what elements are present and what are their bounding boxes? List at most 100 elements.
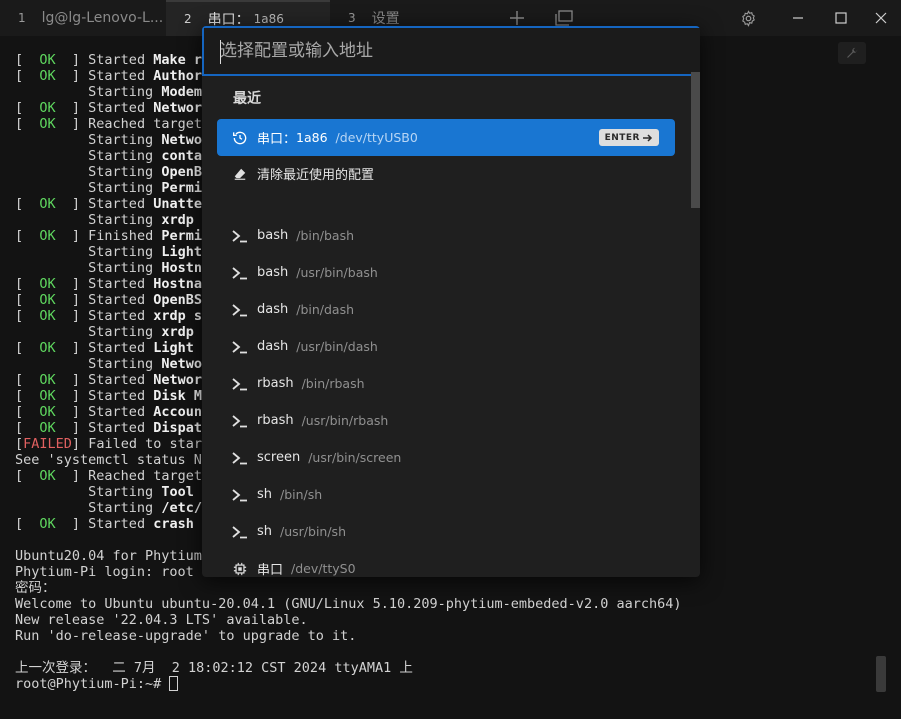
line-unit: Hostna	[153, 276, 202, 292]
line-text: Started	[88, 276, 154, 292]
profile-label: 串口	[257, 563, 284, 577]
line-text: Starting	[88, 244, 162, 260]
profile-path: /bin/rbash	[301, 376, 365, 391]
terminal-icon	[231, 338, 249, 356]
terminal-line: Run 'do-release-upgrade' to upgrade to i…	[15, 628, 681, 644]
wrench-icon[interactable]	[838, 42, 866, 64]
line-unit: Modem	[161, 84, 202, 100]
profiles-icon[interactable]	[554, 8, 574, 28]
line-text: Phytium-Pi login: root	[15, 564, 194, 580]
status-ok: OK	[39, 196, 56, 212]
history-icon	[231, 129, 249, 147]
status-ok: OK	[39, 292, 56, 308]
profile-path: /usr/bin/bash	[296, 265, 378, 280]
status-ok: OK	[39, 100, 56, 116]
line-text: Started	[88, 292, 154, 308]
profile-item-dash[interactable]: dash/bin/dash	[217, 291, 675, 328]
tab-sublabel: 1a86	[253, 12, 284, 26]
recent-header: 最近	[233, 91, 261, 107]
profile-path: /dev/ttyUSB0	[335, 130, 418, 145]
arrow-right-icon	[643, 133, 653, 142]
line-unit: Author	[153, 68, 202, 84]
clear-recent-button[interactable]: 清除最近使用的配置	[217, 155, 675, 192]
profile-item-screen[interactable]: screen/usr/bin/screen	[217, 439, 675, 476]
terminal-line: 密码：	[15, 580, 681, 596]
text-caret	[220, 40, 221, 64]
tab-number: 1	[18, 11, 26, 25]
maximize-icon[interactable]	[831, 8, 851, 28]
profile-item-串口[interactable]: 串口/dev/ttyS0	[217, 550, 675, 577]
line-text: Started	[88, 196, 154, 212]
profile-selector-palette: 最近 串口： 1a86 /dev/ttyUSB0 ENTER 清除最近使用的配置…	[202, 26, 700, 577]
status-ok: OK	[39, 420, 56, 436]
line-text: Started	[88, 100, 154, 116]
enter-badge-label: ENTER	[604, 132, 640, 143]
profile-path: /bin/dash	[296, 302, 355, 317]
terminal-icon	[231, 523, 249, 541]
status-ok: OK	[39, 116, 56, 132]
gear-icon[interactable]	[738, 8, 758, 28]
profile-path: /bin/sh	[280, 487, 323, 502]
status-ok: OK	[39, 404, 56, 420]
profile-item-sh[interactable]: sh/bin/sh	[217, 476, 675, 513]
profile-sublabel: 1a86	[296, 130, 328, 145]
terminal-scrollbar[interactable]	[876, 656, 886, 692]
profile-item-bash[interactable]: bash/usr/bin/bash	[217, 254, 675, 291]
tab-terminal-1[interactable]: 1 lg@lg-Lenovo-L...	[18, 0, 166, 36]
line-text: Started	[88, 516, 154, 532]
line-text: Started	[88, 308, 154, 324]
profile-path: /usr/bin/sh	[280, 524, 346, 539]
line-text: Started	[88, 420, 154, 436]
line-text: Starting	[88, 164, 162, 180]
terminal-icon	[231, 449, 249, 467]
palette-scrollbar[interactable]	[691, 72, 700, 208]
profile-item-rbash[interactable]: rbash/usr/bin/rbash	[217, 402, 675, 439]
minimize-icon[interactable]	[788, 8, 808, 28]
profile-label: rbash	[257, 413, 294, 428]
line-text: Starting	[88, 356, 162, 372]
status-ok: OK	[39, 468, 56, 484]
shell-prompt[interactable]: root@Phytium-Pi:~#	[15, 676, 681, 692]
status-ok: OK	[39, 388, 56, 404]
line-text: 密码：	[15, 580, 56, 596]
line-text: Starting	[88, 132, 162, 148]
line-text: Failed to start	[88, 436, 211, 452]
line-text: Ubuntu20.04 for Phytium-	[15, 548, 211, 564]
line-text: Started	[88, 340, 154, 356]
close-icon[interactable]	[871, 8, 891, 28]
terminal-icon	[231, 486, 249, 504]
tab-number: 3	[348, 11, 356, 25]
tab-label: 设置	[371, 11, 400, 27]
search-box[interactable]	[202, 26, 700, 76]
profile-item-rbash[interactable]: rbash/bin/rbash	[217, 365, 675, 402]
line-text: Welcome to Ubuntu ubuntu-20.04.1 (GNU/Li…	[15, 596, 682, 612]
profile-item-dash[interactable]: dash/usr/bin/dash	[217, 328, 675, 365]
terminal-icon	[231, 375, 249, 393]
profile-item-sh[interactable]: sh/usr/bin/sh	[217, 513, 675, 550]
recent-profile-serial[interactable]: 串口： 1a86 /dev/ttyUSB0 ENTER	[217, 119, 675, 156]
status-failed: FAILED	[23, 436, 72, 452]
profile-label: rbash	[257, 376, 294, 391]
line-text: Starting	[88, 500, 162, 516]
tab-label: lg@lg-Lenovo-L...	[41, 10, 164, 26]
line-text: Started	[88, 52, 154, 68]
line-text: Starting	[88, 180, 162, 196]
line-text: New release '22.04.3 LTS' available.	[15, 612, 308, 628]
profile-label: 串口：	[257, 132, 297, 147]
line-text: Starting	[88, 484, 162, 500]
line-text: Started	[88, 68, 154, 84]
search-input[interactable]	[204, 28, 700, 74]
status-ok: OK	[39, 228, 56, 244]
profile-item-bash[interactable]: bash/bin/bash	[217, 217, 675, 254]
terminal-icon	[231, 412, 249, 430]
profile-label: screen	[257, 450, 301, 465]
profile-label: bash	[257, 228, 289, 243]
line-text: Reached target	[88, 468, 211, 484]
profile-path: /usr/bin/rbash	[301, 413, 389, 428]
status-ok: OK	[39, 52, 56, 68]
new-tab-icon[interactable]	[507, 8, 527, 28]
status-ok: OK	[39, 68, 56, 84]
profile-label: sh	[257, 524, 273, 539]
status-ok: OK	[39, 276, 56, 292]
line-unit: Light	[161, 244, 202, 260]
